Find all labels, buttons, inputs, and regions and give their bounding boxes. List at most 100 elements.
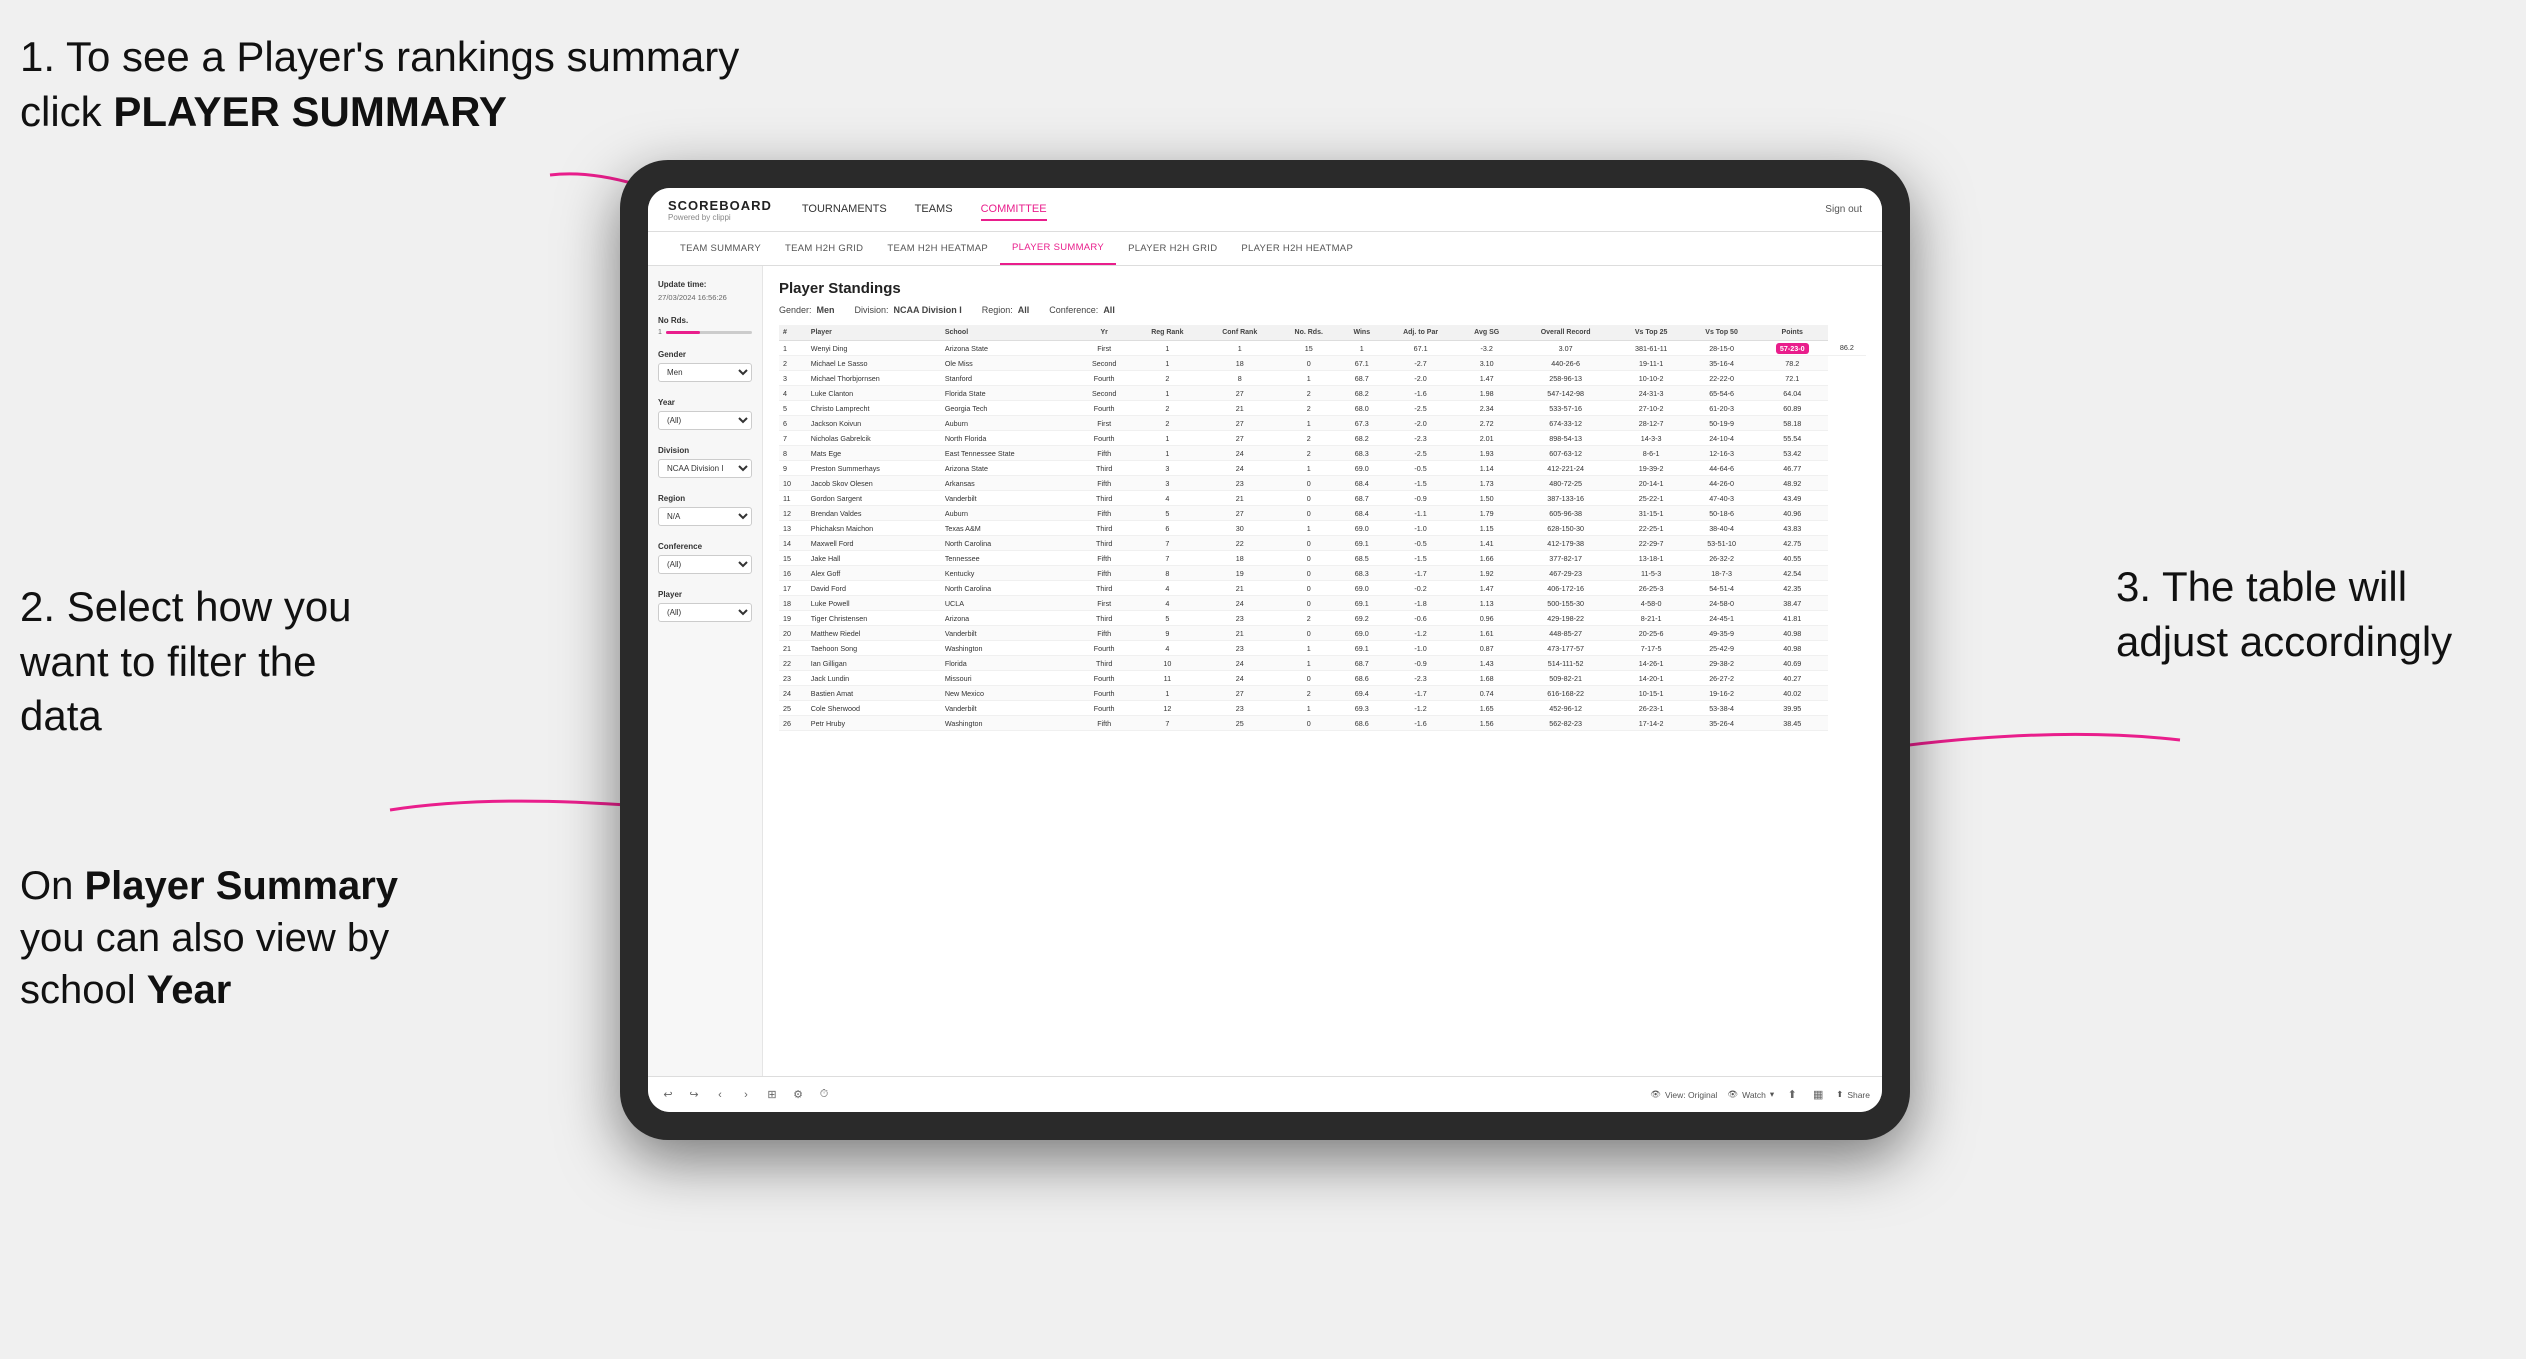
clock-icon[interactable]: ⏱ bbox=[816, 1087, 832, 1103]
table-cell: North Carolina bbox=[941, 581, 1076, 596]
table-cell: Auburn bbox=[941, 506, 1076, 521]
table-cell: 38-40-4 bbox=[1686, 521, 1756, 536]
table-cell: 547-142-98 bbox=[1515, 386, 1615, 401]
table-cell: 48.92 bbox=[1757, 476, 1828, 491]
table-cell: 4-58-0 bbox=[1616, 596, 1686, 611]
table-cell: First bbox=[1076, 416, 1132, 431]
table-cell: 1.61 bbox=[1458, 626, 1515, 641]
table-cell: 0 bbox=[1277, 716, 1340, 731]
share-button[interactable]: ⬆ Share bbox=[1836, 1089, 1870, 1100]
table-cell: 25-22-1 bbox=[1616, 491, 1686, 506]
nav-sign-out[interactable]: Sign out bbox=[1825, 204, 1862, 215]
nav-link-tournaments[interactable]: TOURNAMENTS bbox=[802, 199, 887, 221]
table-cell: Wenyi Ding bbox=[807, 341, 941, 356]
table-cell: Fourth bbox=[1076, 401, 1132, 416]
table-cell: 1.68 bbox=[1458, 671, 1515, 686]
table-row: 5Christo LamprechtGeorgia TechFourth2212… bbox=[779, 401, 1866, 416]
nav-link-committee[interactable]: COMMITTEE bbox=[981, 199, 1047, 221]
table-cell: 5 bbox=[1132, 506, 1202, 521]
subnav-team-summary[interactable]: TEAM SUMMARY bbox=[668, 232, 773, 265]
table-cell: 1 bbox=[1132, 686, 1202, 701]
table-cell: 69.2 bbox=[1340, 611, 1383, 626]
table-row: 9Preston SummerhaysArizona StateThird324… bbox=[779, 461, 1866, 476]
table-cell: 1 bbox=[1132, 341, 1202, 356]
share-label: Share bbox=[1847, 1090, 1870, 1100]
table-row: 20Matthew RiedelVanderbiltFifth921069.0-… bbox=[779, 626, 1866, 641]
conference-label: Conference bbox=[658, 542, 752, 551]
table-cell: 40.98 bbox=[1757, 641, 1828, 656]
view-original-button[interactable]: 👁 View: Original bbox=[1650, 1089, 1717, 1100]
table-cell: 86.2 bbox=[1828, 341, 1866, 356]
table-cell: 1.47 bbox=[1458, 371, 1515, 386]
table-cell: 1 bbox=[779, 341, 807, 356]
table-cell: -1.7 bbox=[1383, 686, 1458, 701]
table-cell: 58.18 bbox=[1757, 416, 1828, 431]
table-cell: 258-96-13 bbox=[1515, 371, 1615, 386]
table-cell: 27 bbox=[1202, 686, 1277, 701]
table-cell: 68.3 bbox=[1340, 446, 1383, 461]
table-cell: 23 bbox=[779, 671, 807, 686]
table-cell: 19 bbox=[779, 611, 807, 626]
table-cell: 38.47 bbox=[1757, 596, 1828, 611]
gender-select[interactable]: Men Women bbox=[658, 363, 752, 382]
link-icon[interactable]: ⚙ bbox=[790, 1087, 806, 1103]
table-cell: 7 bbox=[779, 431, 807, 446]
table-cell: 29-38-2 bbox=[1686, 656, 1756, 671]
table-cell: 1 bbox=[1277, 371, 1340, 386]
table-cell: 2.34 bbox=[1458, 401, 1515, 416]
table-cell: 40.55 bbox=[1757, 551, 1828, 566]
back-icon[interactable]: ‹ bbox=[712, 1087, 728, 1103]
table-cell: 1 bbox=[1277, 701, 1340, 716]
copy-icon[interactable]: ⊞ bbox=[764, 1087, 780, 1103]
table-container: # Player School Yr Reg Rank Conf Rank No… bbox=[779, 325, 1866, 731]
player-select[interactable]: (All) bbox=[658, 603, 752, 622]
subnav-team-h2h-grid[interactable]: TEAM H2H GRID bbox=[773, 232, 875, 265]
table-cell: 1 bbox=[1202, 341, 1277, 356]
table-cell: 50-18-6 bbox=[1686, 506, 1756, 521]
nav-link-teams[interactable]: TEAMS bbox=[915, 199, 953, 221]
table-cell: 1 bbox=[1277, 656, 1340, 671]
redo-icon[interactable]: ↪ bbox=[686, 1087, 702, 1103]
table-cell: 674-33-12 bbox=[1515, 416, 1615, 431]
table-cell: Michael Thorbjornsen bbox=[807, 371, 941, 386]
subnav-player-summary[interactable]: PLAYER SUMMARY bbox=[1000, 232, 1116, 265]
table-cell: 8 bbox=[1202, 371, 1277, 386]
forward-icon[interactable]: › bbox=[738, 1087, 754, 1103]
table-cell: 0.74 bbox=[1458, 686, 1515, 701]
conference-select[interactable]: (All) bbox=[658, 555, 752, 574]
table-cell: 43.83 bbox=[1757, 521, 1828, 536]
table-cell: 440-26-6 bbox=[1515, 356, 1615, 371]
watch-button[interactable]: 👁 Watch ▾ bbox=[1727, 1089, 1774, 1100]
table-cell: 54-51-4 bbox=[1686, 581, 1756, 596]
table-cell: -2.0 bbox=[1383, 416, 1458, 431]
table-cell: 1.47 bbox=[1458, 581, 1515, 596]
table-cell: -1.5 bbox=[1383, 476, 1458, 491]
subnav-team-h2h-heatmap[interactable]: TEAM H2H HEATMAP bbox=[875, 232, 1000, 265]
table-cell: 8-6-1 bbox=[1616, 446, 1686, 461]
table-cell: 40.02 bbox=[1757, 686, 1828, 701]
table-cell: Luke Powell bbox=[807, 596, 941, 611]
table-cell: Auburn bbox=[941, 416, 1076, 431]
table-cell: 68.7 bbox=[1340, 371, 1383, 386]
table-cell: Fourth bbox=[1076, 641, 1132, 656]
grid-icon[interactable]: ▦ bbox=[1810, 1087, 1826, 1103]
year-select[interactable]: (All) First Second Third Fourth Fifth bbox=[658, 411, 752, 430]
table-cell: Second bbox=[1076, 356, 1132, 371]
table-cell: 6 bbox=[1132, 521, 1202, 536]
region-select[interactable]: N/A All bbox=[658, 507, 752, 526]
table-cell: 0 bbox=[1277, 536, 1340, 551]
table-cell: Jackson Koivun bbox=[807, 416, 941, 431]
table-cell: Maxwell Ford bbox=[807, 536, 941, 551]
export-icon[interactable]: ⬆ bbox=[1784, 1087, 1800, 1103]
subnav-player-h2h-heatmap[interactable]: PLAYER H2H HEATMAP bbox=[1229, 232, 1365, 265]
table-cell: 19-16-2 bbox=[1686, 686, 1756, 701]
table-cell: Jack Lundin bbox=[807, 671, 941, 686]
division-select[interactable]: NCAA Division I NCAA Division II bbox=[658, 459, 752, 478]
undo-icon[interactable]: ↩ bbox=[660, 1087, 676, 1103]
table-cell: 6 bbox=[779, 416, 807, 431]
table-cell: Tiger Christensen bbox=[807, 611, 941, 626]
subnav-player-h2h-grid[interactable]: PLAYER H2H GRID bbox=[1116, 232, 1229, 265]
table-cell: 14-20-1 bbox=[1616, 671, 1686, 686]
no-rds-slider[interactable] bbox=[666, 331, 752, 334]
nav-links: TOURNAMENTS TEAMS COMMITTEE bbox=[802, 199, 1825, 221]
